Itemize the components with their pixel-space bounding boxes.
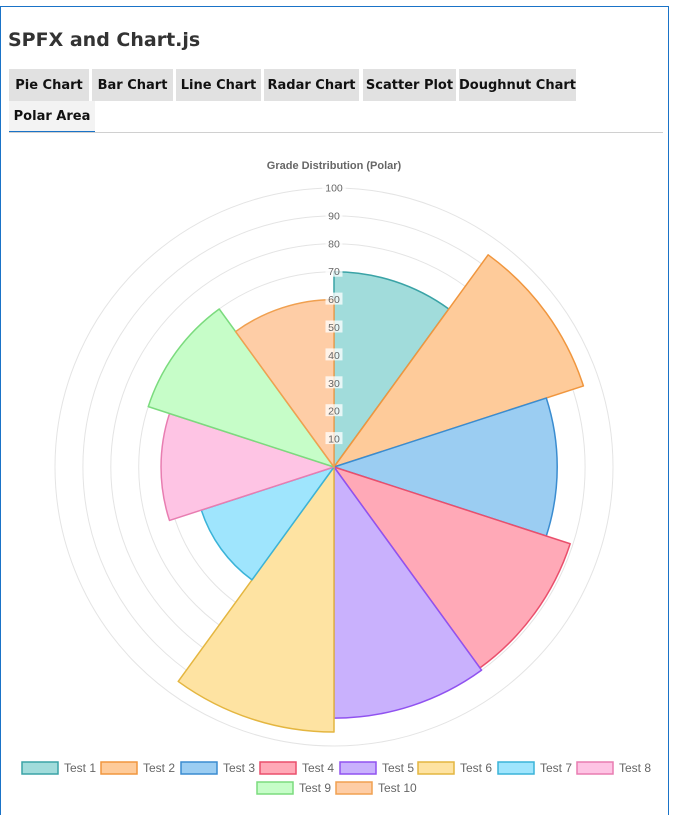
legend-swatch [259, 761, 297, 775]
legend-item-test-2[interactable]: Test 2 [100, 761, 175, 775]
legend-item-test-6[interactable]: Test 6 [417, 761, 492, 775]
r-tick-label: 70 [328, 266, 340, 278]
legend-item-test-5[interactable]: Test 5 [339, 761, 414, 775]
legend-label: Test 2 [143, 761, 175, 775]
legend-item-test-10[interactable]: Test 10 [335, 781, 417, 795]
legend-swatch [497, 761, 535, 775]
legend-swatch [21, 761, 59, 775]
r-tick-label: 80 [328, 238, 340, 250]
legend-label: Test 5 [382, 761, 414, 775]
legend-label: Test 3 [223, 761, 255, 775]
legend-item-test-4[interactable]: Test 4 [259, 761, 334, 775]
legend-label: Test 8 [619, 761, 651, 775]
r-tick-label: 60 [328, 294, 340, 306]
r-tick-label: 90 [328, 210, 340, 222]
legend-label: Test 9 [299, 781, 331, 795]
legend-label: Test 1 [64, 761, 96, 775]
r-tick-label: 100 [325, 183, 343, 195]
legend-item-test-1[interactable]: Test 1 [21, 761, 96, 775]
r-tick-label: 30 [328, 378, 340, 390]
legend-swatch [180, 761, 218, 775]
legend-swatch [335, 781, 373, 795]
legend-item-test-9[interactable]: Test 9 [256, 781, 331, 795]
polar-area-chart: Grade Distribution (Polar) 10 20 30 40 50 60 7… [21, 160, 651, 795]
r-tick-label: 40 [328, 350, 340, 362]
legend-label: Test 10 [378, 781, 417, 795]
r-tick-label: 50 [328, 322, 340, 334]
legend: Test 1 Test 2 Test 3 Test 4 Test 5 Test 6 Test… [21, 761, 651, 795]
legend-swatch [417, 761, 455, 775]
legend-label: Test 4 [302, 761, 334, 775]
slices [147, 254, 585, 733]
chart-title: Grade Distribution (Polar) [267, 160, 402, 172]
legend-label: Test 6 [460, 761, 492, 775]
legend-item-test-7[interactable]: Test 7 [497, 761, 572, 775]
legend-swatch [100, 761, 138, 775]
r-tick-label: 10 [328, 434, 340, 446]
legend-swatch [256, 781, 294, 795]
legend-swatch [339, 761, 377, 775]
legend-swatch [576, 761, 614, 775]
r-tick-label: 20 [328, 406, 340, 418]
legend-item-test-8[interactable]: Test 8 [576, 761, 651, 775]
legend-item-test-3[interactable]: Test 3 [180, 761, 255, 775]
legend-label: Test 7 [540, 761, 572, 775]
